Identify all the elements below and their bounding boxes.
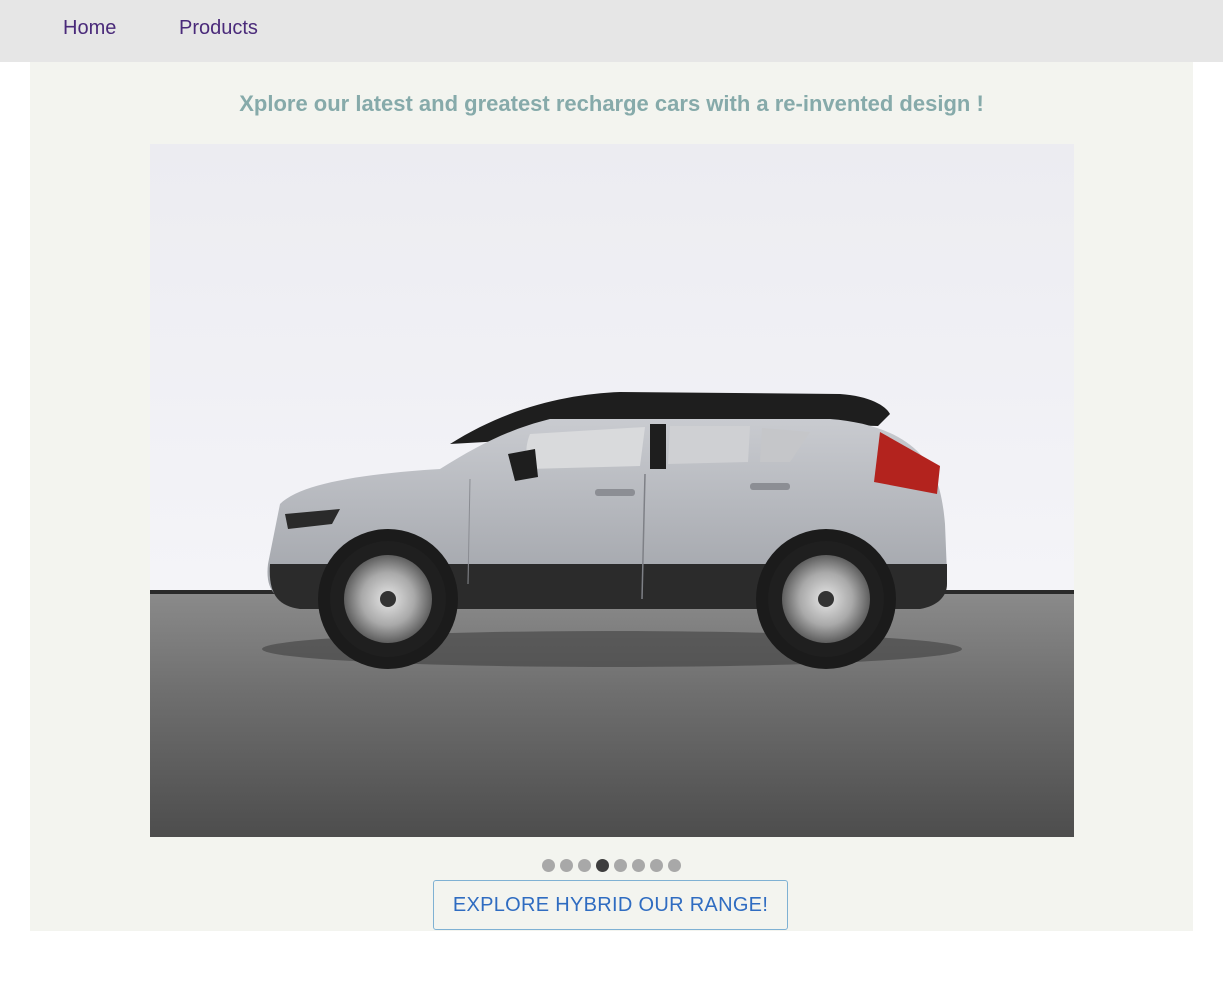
carousel-dot[interactable] <box>560 859 573 872</box>
nav-link-products[interactable]: Products <box>179 16 258 40</box>
hero-headline: Xplore our latest and greatest recharge … <box>239 91 984 116</box>
explore-range-button[interactable]: EXPLORE HYBRID OUR RANGE! <box>433 880 788 930</box>
carousel-dot-active[interactable] <box>596 859 609 872</box>
carousel-dot[interactable] <box>632 859 645 872</box>
carousel-dot[interactable] <box>650 859 663 872</box>
top-navigation: Home Products <box>0 0 1223 62</box>
carousel-indicators <box>30 859 1193 872</box>
car-image <box>150 144 1074 837</box>
carousel-dot[interactable] <box>668 859 681 872</box>
hero-section: Xplore our latest and greatest recharge … <box>30 62 1193 931</box>
carousel-dot[interactable] <box>578 859 591 872</box>
carousel-dot[interactable] <box>542 859 555 872</box>
nav-link-home[interactable]: Home <box>63 16 116 40</box>
carousel-dot[interactable] <box>614 859 627 872</box>
